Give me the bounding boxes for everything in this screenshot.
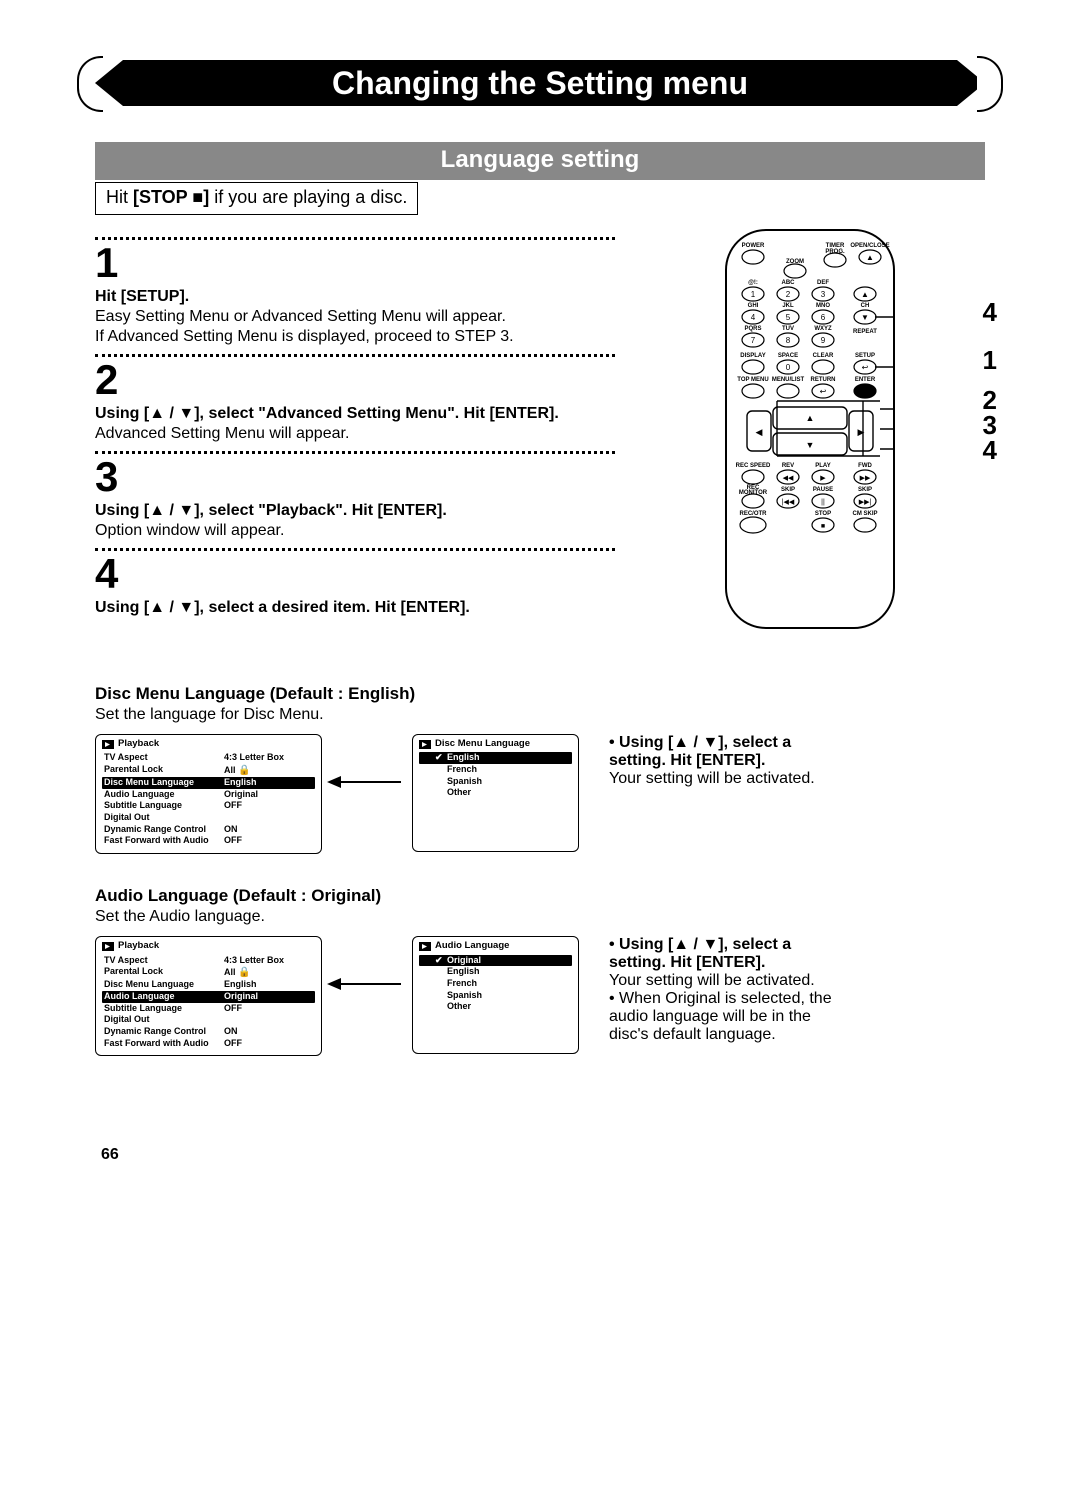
page-subtitle: Language setting (95, 142, 985, 180)
svg-text:POWER: POWER (742, 243, 765, 249)
disc-menu-osd: Disc Menu Language ✔English French Spani… (412, 734, 579, 852)
svg-text:RETURN: RETURN (811, 377, 836, 383)
svg-text:TOP MENU: TOP MENU (737, 377, 768, 383)
svg-text:CM SKIP: CM SKIP (852, 511, 877, 517)
svg-text:GHI: GHI (748, 303, 759, 309)
svg-text:TUV: TUV (782, 326, 794, 332)
svg-text:2: 2 (786, 290, 791, 299)
hit-stop-instruction: Hit [STOP ■] if you are playing a disc. (95, 182, 418, 215)
svg-text:▲: ▲ (866, 253, 874, 262)
audio-side-text: • Using [▲ / ▼], select a setting. Hit [… (579, 936, 849, 1044)
svg-text:▲: ▲ (806, 413, 815, 423)
playback-osd-2: Playback TV Aspect4:3 Letter Box Parenta… (95, 936, 322, 1056)
svg-text:■: ■ (821, 523, 825, 530)
step-2-heading: Using [▲ / ▼], select "Advanced Setting … (95, 405, 715, 423)
disc-menu-sub: Set the language for Disc Menu. (95, 706, 985, 724)
svg-text:◀: ◀ (756, 427, 763, 437)
svg-text:SKIP: SKIP (781, 487, 795, 493)
svg-text:1: 1 (751, 290, 756, 299)
step-number-4: 4 (95, 553, 715, 595)
svg-text:SKIP: SKIP (858, 487, 872, 493)
svg-text:4: 4 (751, 313, 756, 322)
svg-text:CH: CH (861, 303, 870, 309)
svg-text:PAUSE: PAUSE (813, 487, 833, 493)
svg-text:FWD: FWD (858, 463, 872, 469)
arrow-icon (322, 936, 412, 992)
svg-text:▶: ▶ (820, 475, 826, 482)
svg-text:WXYZ: WXYZ (814, 326, 832, 332)
disc-menu-side-text: • Using [▲ / ▼], select a setting. Hit [… (579, 734, 849, 788)
svg-text:MENU/LIST: MENU/LIST (772, 377, 805, 383)
svg-text:STOP: STOP (815, 511, 831, 517)
step-number-3: 3 (95, 456, 715, 498)
svg-text:▼: ▼ (861, 313, 869, 322)
svg-text:JKL: JKL (782, 303, 794, 309)
svg-text:8: 8 (786, 336, 791, 345)
divider (95, 451, 615, 454)
svg-text:MONITOR: MONITOR (739, 490, 768, 496)
step-4-heading: Using [▲ / ▼], select a desired item. Hi… (95, 599, 715, 617)
banner: Changing the Setting menu (95, 60, 985, 140)
divider (95, 237, 615, 240)
svg-text:0: 0 (786, 363, 791, 372)
svg-text:DISPLAY: DISPLAY (740, 353, 765, 359)
svg-text:REC SPEED: REC SPEED (736, 463, 771, 469)
svg-text:ABC: ABC (782, 280, 796, 286)
svg-text:REV: REV (782, 463, 794, 469)
svg-text:PLAY: PLAY (815, 463, 830, 469)
audio-osd: Audio Language ✔Original English French … (412, 936, 579, 1054)
svg-text:9: 9 (821, 336, 826, 345)
svg-text:▼: ▼ (806, 440, 815, 450)
step-3-heading: Using [▲ / ▼], select "Playback". Hit [E… (95, 502, 715, 520)
svg-text:5: 5 (786, 313, 791, 322)
step-1-text2: If Advanced Setting Menu is displayed, p… (95, 328, 715, 346)
svg-text:PQRS: PQRS (744, 326, 761, 332)
step-number-1: 1 (95, 242, 715, 284)
svg-text:DEF: DEF (817, 280, 829, 286)
svg-text:6: 6 (821, 313, 826, 322)
svg-text:CLEAR: CLEAR (813, 353, 834, 359)
divider (95, 548, 615, 551)
svg-text:|◀◀: |◀◀ (782, 499, 795, 506)
svg-text:MNO: MNO (816, 303, 830, 309)
page-number: 66 (101, 1146, 985, 1164)
svg-text:7: 7 (751, 336, 756, 345)
svg-text:3: 3 (821, 290, 826, 299)
audio-sub: Set the Audio language. (95, 908, 985, 926)
svg-text:ENTER: ENTER (855, 377, 876, 383)
svg-text:▶▶|: ▶▶| (859, 499, 872, 506)
svg-text:↩: ↩ (820, 387, 827, 396)
remote-callouts: 4 1 2 3 4 (983, 297, 997, 466)
step-1-heading: Hit [SETUP]. (95, 288, 715, 306)
svg-text:SETUP: SETUP (855, 353, 875, 359)
svg-text:▲: ▲ (861, 290, 869, 299)
arrow-icon (322, 734, 412, 790)
playback-osd-1: Playback TV Aspect4:3 Letter Box Parenta… (95, 734, 322, 854)
step-3-text: Option window will appear. (95, 522, 715, 540)
svg-text:OPEN/CLOSE: OPEN/CLOSE (850, 243, 889, 249)
svg-text:▶▶: ▶▶ (860, 475, 871, 482)
svg-text:||: || (821, 499, 825, 506)
page-title: Changing the Setting menu (123, 60, 957, 106)
svg-text:SPACE: SPACE (778, 353, 798, 359)
divider (95, 354, 615, 357)
step-number-2: 2 (95, 359, 715, 401)
svg-text:@!:: @!: (748, 280, 758, 286)
step-2-text: Advanced Setting Menu will appear. (95, 425, 715, 443)
svg-text:◀◀: ◀◀ (783, 475, 794, 482)
step-1-text: Easy Setting Menu or Advanced Setting Me… (95, 308, 715, 326)
svg-text:REPEAT: REPEAT (853, 329, 877, 335)
remote-diagram: POWERTIMERPROG.OPEN/CLOSE ZOOM (725, 229, 985, 634)
disc-menu-heading: Disc Menu Language (Default : English) (95, 684, 985, 704)
audio-heading: Audio Language (Default : Original) (95, 886, 985, 906)
svg-text:REC/OTR: REC/OTR (740, 511, 768, 517)
svg-text:↩: ↩ (862, 363, 869, 372)
